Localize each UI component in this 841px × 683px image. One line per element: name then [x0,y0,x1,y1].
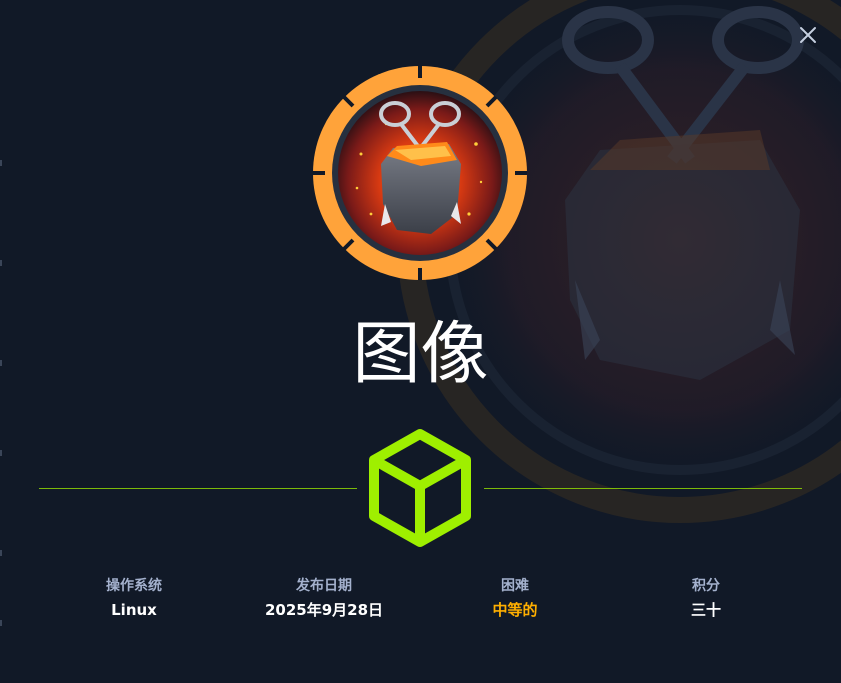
stat-value: Linux [111,601,157,619]
stat-release-date: 发布日期 2025年9月28日 [229,576,419,621]
stat-value: 三十 [690,601,721,619]
divider-right [484,488,802,489]
stat-points: 积分 三十 [611,576,801,621]
stat-value: 2025年9月28日 [264,601,384,619]
close-button[interactable] [793,20,823,50]
stat-label: 操作系统 [106,578,162,594]
stat-os: 操作系统 Linux [39,576,229,621]
linux-os-icon [366,428,474,548]
stat-label: 困难 [501,578,529,594]
cube-icon [369,429,471,547]
machine-avatar [311,64,529,282]
stat-label: 发布日期 [296,578,352,594]
divider-left [39,488,357,489]
stat-difficulty: 困难 中等的 [420,576,610,621]
stat-label: 积分 [692,578,720,594]
machine-name: 图像 [352,315,489,394]
difficulty-badge: 中等的 [492,601,538,619]
left-edge-markers [0,150,2,650]
close-icon [800,27,816,43]
scissors-rock-fire-icon [313,66,527,280]
